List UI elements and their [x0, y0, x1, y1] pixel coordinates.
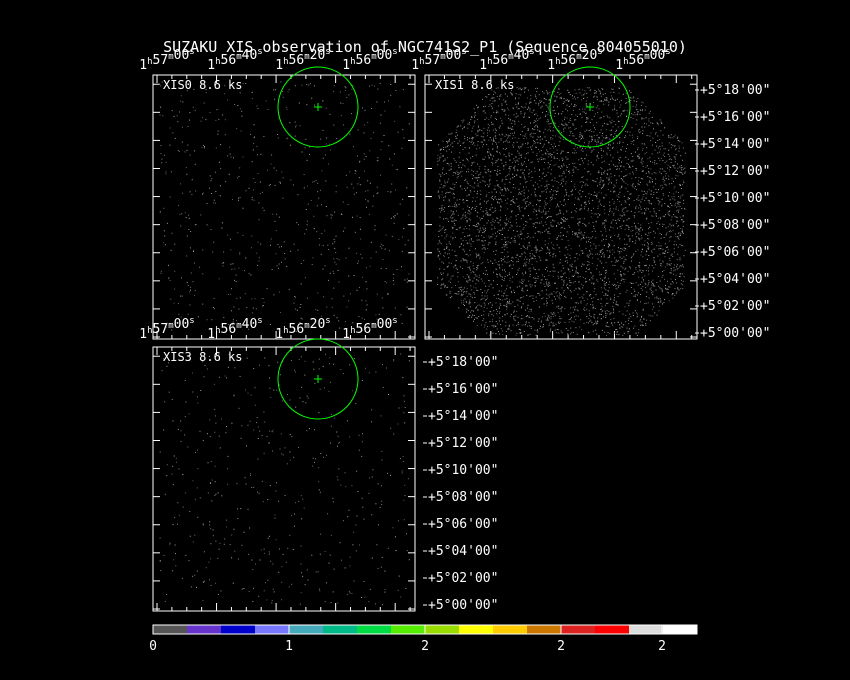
- dec-tick-label: +5°08'00": [428, 490, 498, 505]
- dec-tick-label: +5°12'00": [428, 436, 498, 451]
- colorbar-tick-label: 0: [149, 639, 157, 654]
- colorbar-segment: [561, 625, 596, 634]
- event-dots: [437, 87, 686, 336]
- colorbar-tick-label: 2: [658, 639, 666, 654]
- dec-tick-label: +5°04'00": [700, 272, 770, 287]
- figure: SUZAKU XIS observation of NGC741S2_P1 (S…: [139, 38, 770, 654]
- panel-ticks: [153, 347, 415, 611]
- dec-tick-label: +5°00'00": [428, 598, 498, 613]
- panel-frame: [152, 346, 416, 612]
- colorbar-segment: [221, 625, 256, 634]
- panel-label: XIS1 8.6 ks: [435, 78, 514, 92]
- colorbar-segment: [357, 625, 392, 634]
- colorbar-segment: [663, 625, 698, 634]
- dec-tick-label: +5°00'00": [700, 326, 770, 341]
- colorbar-tick-label: 1: [285, 639, 293, 654]
- dec-tick-label: +5°18'00": [428, 355, 498, 370]
- panel-xis0: XIS0 8.6 ks: [152, 66, 416, 340]
- colorbar-segment: [255, 625, 290, 634]
- panel-label: XIS3 8.6 ks: [163, 350, 242, 364]
- dec-tick-label: +5°06'00": [700, 245, 770, 260]
- ra-tick-label: 1h56m40s: [207, 316, 262, 342]
- colorbar-segment: [153, 625, 188, 634]
- dec-tick-label: +5°14'00": [428, 409, 498, 424]
- colorbar-segment: [323, 625, 358, 634]
- dec-tick-label: +5°10'00": [700, 191, 770, 206]
- panel-xis3: XIS3 8.6 ks: [152, 338, 416, 612]
- panel-frame: [152, 74, 416, 340]
- colorbar-segment: [187, 625, 222, 634]
- dec-tick-label: +5°08'00": [700, 218, 770, 233]
- colorbar-segment: [493, 625, 528, 634]
- colorbar-segment: [289, 625, 324, 634]
- panel-ticks: [425, 75, 697, 339]
- event-dots: [159, 81, 410, 333]
- dec-tick-label: +5°18'00": [700, 83, 770, 98]
- dec-axis-labels-xis1: +5°18'00" +5°16'00" +5°14'00" +5°12'00" +5°1…: [695, 83, 770, 341]
- colorbar-segment: [425, 625, 460, 634]
- dec-tick-label: +5°02'00": [428, 571, 498, 586]
- dec-tick-label: +5°12'00": [700, 164, 770, 179]
- dec-axis-labels-xis3: +5°18'00" +5°16'00" +5°14'00" +5°12'00" +5°1…: [423, 355, 498, 613]
- colorbar-segment: [459, 625, 494, 634]
- colorbar-tick-label: 2: [557, 639, 565, 654]
- panel-label: XIS0 8.6 ks: [163, 78, 242, 92]
- colorbar: 0 1 2 2 2: [149, 624, 698, 654]
- dec-tick-label: +5°16'00": [428, 382, 498, 397]
- dec-tick-label: +5°16'00": [700, 110, 770, 125]
- colorbar-segment: [391, 625, 426, 634]
- dec-tick-label: +5°02'00": [700, 299, 770, 314]
- colorbar-segment: [629, 625, 664, 634]
- panel-ticks: [153, 75, 415, 339]
- event-dots: [159, 353, 410, 606]
- dec-tick-label: +5°06'00": [428, 517, 498, 532]
- panel-xis1: XIS1 8.6 ks: [424, 66, 698, 340]
- dec-tick-label: +5°10'00": [428, 463, 498, 478]
- colorbar-tick-label: 2: [421, 639, 429, 654]
- dec-tick-label: +5°04'00": [428, 544, 498, 559]
- colorbar-segment: [595, 625, 630, 634]
- colorbar-segment: [527, 625, 562, 634]
- ra-axis-middle-labels: 1h57m00s1h56m40s1h56m20s1h56m00s: [139, 316, 397, 342]
- ra-tick-label: 1h56m20s: [275, 316, 330, 342]
- panel-frame: [424, 74, 698, 340]
- dec-tick-label: +5°14'00": [700, 137, 770, 152]
